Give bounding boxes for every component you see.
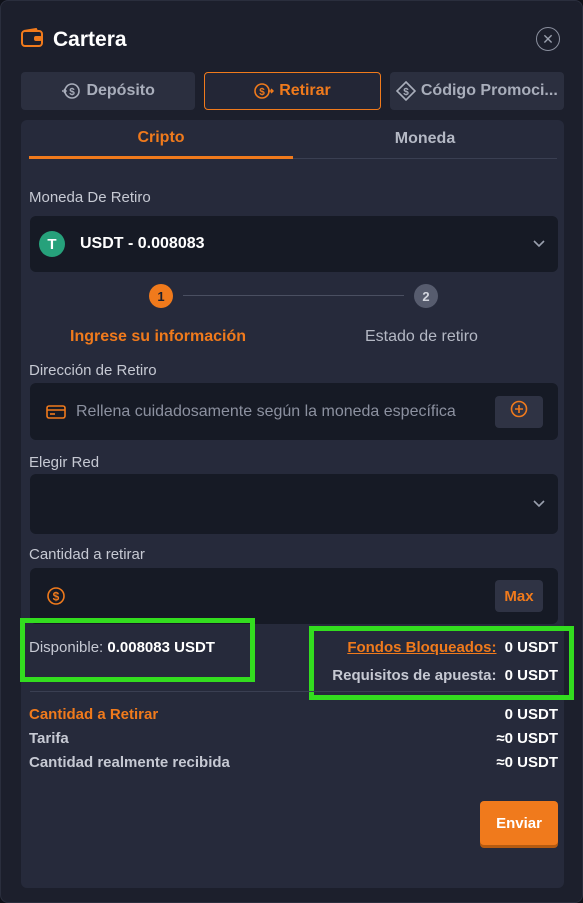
modal-header: Cartera bbox=[21, 25, 127, 55]
max-button[interactable]: Max bbox=[495, 580, 543, 612]
wallet-icon bbox=[21, 27, 43, 53]
amount-label: Cantidad a retirar bbox=[29, 546, 145, 563]
summary-fee: Tarifa ≈0 USDT bbox=[29, 730, 558, 747]
network-select[interactable] bbox=[30, 474, 558, 534]
wager-requirements: Requisitos de apuesta: 0 USDT bbox=[332, 667, 558, 684]
card-icon bbox=[46, 404, 66, 420]
currency-select[interactable]: T USDT - 0.008083 bbox=[30, 216, 558, 272]
tab-codigo-promocional[interactable]: $ Código Promoci... bbox=[389, 72, 564, 110]
dollar-coin-icon: $ bbox=[46, 586, 66, 606]
address-field bbox=[30, 383, 558, 440]
withdraw-panel: Cripto Moneda Moneda De Retiro T USDT - … bbox=[20, 120, 574, 888]
network-label: Elegir Red bbox=[29, 454, 100, 471]
locked-funds: Fondos Bloqueados: 0 USDT bbox=[347, 639, 558, 656]
withdraw-steps: 1 2 bbox=[21, 284, 564, 308]
chevron-down-icon bbox=[532, 495, 546, 513]
wallet-tabs: $ Depósito $ Retirar $ Código Promoci... bbox=[21, 72, 564, 110]
close-button[interactable]: ✕ bbox=[536, 27, 560, 51]
step-1-indicator: 1 bbox=[149, 284, 173, 308]
tab-deposito[interactable]: $ Depósito bbox=[21, 72, 196, 110]
chevron-down-icon bbox=[532, 235, 546, 253]
withdraw-subtabs: Cripto Moneda bbox=[29, 120, 557, 159]
currency-selected-value: USDT - 0.008083 bbox=[80, 235, 205, 252]
summary-received: Cantidad realmente recibida ≈0 USDT bbox=[29, 754, 558, 771]
wallet-modal: Cartera ✕ $ Depósito $ Retirar $ Código … bbox=[0, 0, 583, 903]
usdt-icon: T bbox=[39, 231, 65, 257]
step-connector bbox=[183, 295, 404, 296]
currency-label: Moneda De Retiro bbox=[29, 189, 151, 206]
svg-text:$: $ bbox=[70, 87, 76, 98]
amount-field[interactable]: $ Max bbox=[30, 568, 558, 624]
address-label: Dirección de Retiro bbox=[29, 362, 157, 379]
step-2-label: Estado de retiro bbox=[365, 328, 478, 345]
svg-text:$: $ bbox=[259, 87, 265, 98]
send-button[interactable]: Enviar bbox=[480, 801, 558, 845]
plus-circle-icon bbox=[510, 400, 528, 423]
highlight-box-locked bbox=[309, 626, 574, 700]
summary-withdraw-amount: Cantidad a Retirar 0 USDT bbox=[29, 706, 558, 723]
locked-funds-link[interactable]: Fondos Bloqueados: bbox=[347, 639, 496, 656]
withdraw-icon: $ bbox=[254, 82, 275, 100]
svg-text:$: $ bbox=[53, 590, 60, 604]
tab-retirar[interactable]: $ Retirar bbox=[204, 72, 381, 110]
available-balance: Disponible: 0.008083 USDT bbox=[29, 639, 215, 656]
modal-title: Cartera bbox=[53, 28, 127, 51]
coupon-icon: $ bbox=[395, 81, 416, 101]
step-2-indicator: 2 bbox=[414, 284, 438, 308]
subtab-moneda[interactable]: Moneda bbox=[293, 120, 557, 159]
divider bbox=[30, 691, 558, 692]
close-icon: ✕ bbox=[542, 31, 554, 47]
subtab-cripto[interactable]: Cripto bbox=[29, 120, 293, 159]
svg-text:$: $ bbox=[403, 87, 409, 98]
address-input[interactable] bbox=[76, 402, 486, 421]
deposit-icon: $ bbox=[61, 82, 81, 100]
add-address-button[interactable] bbox=[495, 395, 543, 428]
step-1-label: Ingrese su información bbox=[70, 328, 247, 345]
